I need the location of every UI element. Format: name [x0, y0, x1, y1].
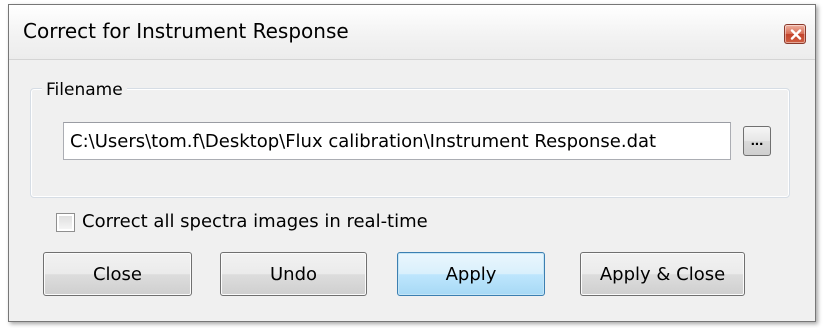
realtime-correction-label[interactable]: Correct all spectra images in real-time: [82, 211, 428, 233]
window-close-button[interactable]: [784, 24, 806, 44]
undo-button[interactable]: Undo: [220, 252, 367, 296]
title-bar[interactable]: Correct for Instrument Response: [9, 5, 815, 60]
browse-button[interactable]: ...: [743, 126, 771, 156]
realtime-correction-checkbox[interactable]: [56, 212, 75, 232]
realtime-correction-option[interactable]: Correct all spectra images in real-time: [56, 210, 428, 234]
close-button[interactable]: Close: [43, 252, 192, 296]
apply-and-close-button[interactable]: Apply & Close: [580, 252, 745, 296]
filename-group-label: Filename: [42, 80, 127, 100]
window-title: Correct for Instrument Response: [23, 19, 349, 43]
close-icon: [790, 29, 802, 40]
filename-path-input[interactable]: [63, 122, 731, 160]
apply-button[interactable]: Apply: [397, 252, 545, 296]
